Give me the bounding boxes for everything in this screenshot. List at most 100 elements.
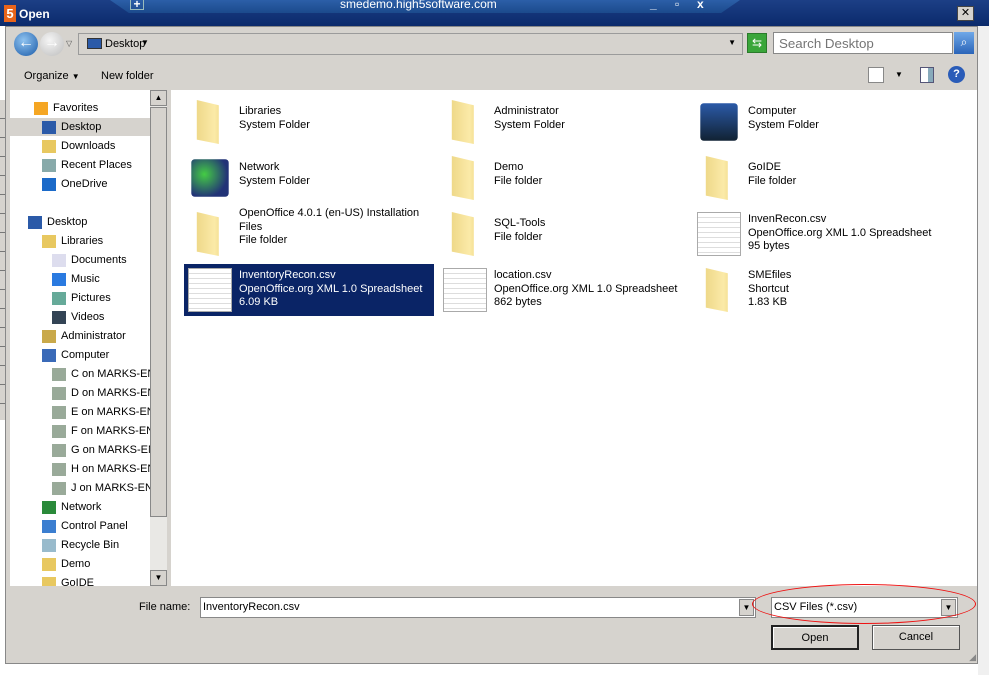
sidebar-item-label: F on MARKS-ENV [71,425,162,437]
sidebar-item-onedrive[interactable]: OneDrive [42,175,107,193]
navigation-pane: Favorites Desktop Downloads Recent Places On… [10,90,167,586]
organize-button[interactable]: Organize ▼ [24,70,80,82]
file-type: System Folder [239,174,310,187]
help-icon[interactable]: ? [948,66,965,83]
recent-places-icon [42,158,56,172]
folder-icon [42,557,56,571]
sidebar-item-recent-places[interactable]: Recent Places [42,156,132,174]
downloads-icon [42,139,56,153]
file-type: Shortcut [748,282,789,295]
sidebar-item-h-on-marks-env[interactable]: H on MARKS-ENV [52,460,163,478]
sidebar-item-libraries[interactable]: Libraries [42,232,103,250]
sidebar-item-f-on-marks-env[interactable]: F on MARKS-ENV [52,422,161,440]
file-type: System Folder [239,118,310,131]
sidebar-item-demo[interactable]: Demo [42,555,90,573]
file-item[interactable]: Administrator System Folder [439,96,689,148]
file-name: OpenOffice 4.0.1 (en-US) Installation Fi… [239,207,420,233]
sidebar-item-network[interactable]: Network [42,498,101,516]
sidebar-item-documents[interactable]: Documents [52,251,127,269]
folder-shortcut-icon [705,268,728,312]
sidebar-item-goide[interactable]: GoIDE [42,574,94,586]
scroll-down-button[interactable]: ▼ [150,570,167,586]
close-button[interactable]: ✕ [957,6,974,21]
file-item[interactable]: SQL-Tools File folder [439,208,689,260]
file-type: OpenOffice.org XML 1.0 Spreadsheet [239,282,423,295]
sidebar-item-administrator[interactable]: Administrator [42,327,126,345]
document-icon [52,253,66,267]
file-item[interactable]: Demo File folder [439,152,689,204]
address-bar[interactable]: Desktop ▼ ▼ [78,33,743,55]
preview-pane-icon[interactable] [920,67,934,83]
organize-label: Organize [24,70,69,82]
sidebar-item-music[interactable]: Music [52,270,100,288]
close-icon[interactable]: x [697,0,704,11]
control-panel-icon [42,519,56,533]
folder-icon [196,212,219,256]
sidebar-item-j-on-marks-env[interactable]: J on MARKS-ENV [52,479,160,497]
search-input[interactable] [773,32,953,54]
scroll-up-button[interactable]: ▲ [150,90,167,106]
sidebar-item-desktop[interactable]: Desktop [10,118,151,136]
file-name: Administrator [494,105,559,117]
file-item[interactable]: GoIDE File folder [693,152,943,204]
new-folder-button[interactable]: New folder [101,70,154,82]
pin-icon[interactable]: + [130,0,144,10]
file-name: Computer [748,105,797,117]
file-item[interactable]: Libraries System Folder [184,96,434,148]
network-drive-icon [52,481,66,495]
recycle-bin-icon [42,538,56,552]
sidebar-item-downloads[interactable]: Downloads [42,137,115,155]
sidebar-item-e-on-marks-env[interactable]: E on MARKS-ENV [52,403,162,421]
minimize-icon[interactable]: _ [650,0,657,11]
network-icon [191,159,229,197]
spreadsheet-icon [443,268,487,312]
remote-desktop-bar: + smedemo.high5software.com _ ▫ x [110,0,740,13]
sidebar-item-pictures[interactable]: Pictures [52,289,111,307]
sidebar-item-label: Desktop [47,216,88,228]
user-folder-icon [42,329,56,343]
resize-grip-icon[interactable]: ◢ [969,652,976,663]
open-button[interactable]: Open [771,625,859,650]
file-item[interactable]: SMEfiles Shortcut 1.83 KB [693,264,943,316]
folder-icon [42,576,56,586]
sidebar-item-label: GoIDE [61,577,95,586]
folder-icon [451,156,474,200]
restore-icon[interactable]: ▫ [675,0,679,11]
scroll-thumb[interactable] [150,107,167,517]
back-button[interactable]: ← [14,32,38,56]
file-name-input[interactable]: InventoryRecon.csv ▼ [200,597,756,618]
spreadsheet-icon [188,268,232,312]
file-item[interactable]: InventoryRecon.csv OpenOffice.org XML 1.0… [184,264,434,316]
sidebar-item-recycle-bin[interactable]: Recycle Bin [42,536,119,554]
sidebar-item-computer[interactable]: Computer [42,346,109,364]
file-item[interactable]: OpenOffice 4.0.1 (en-US) Installation Fi… [184,207,434,260]
sidebar-item-desktop[interactable]: Desktop [28,213,87,231]
background-window-edge-right [978,26,989,675]
forward-button[interactable]: → [40,32,64,56]
sidebar-item-label: Recycle Bin [61,539,120,551]
file-item[interactable]: location.csv OpenOffice.org XML 1.0 Sprea… [439,264,689,316]
navigation-scrollbar[interactable]: ▲ ▼ [150,90,167,586]
sidebar-item-videos[interactable]: Videos [52,308,104,326]
music-icon [52,272,66,286]
file-item[interactable]: Network System Folder [184,152,434,204]
sidebar-item-d-on-marks-env[interactable]: D on MARKS-ENV [52,384,163,402]
sidebar-item-g-on-marks-env[interactable]: G on MARKS-ENV [52,441,163,459]
refresh-button[interactable]: ⇆ [747,33,767,53]
spreadsheet-icon [697,212,741,256]
sidebar-item-favorites[interactable]: Favorites [34,99,98,117]
recent-locations-dropdown[interactable]: ▽ [66,39,72,48]
view-options-dropdown-icon[interactable]: ▼ [895,70,903,79]
file-name-value: InventoryRecon.csv [203,601,300,613]
file-item[interactable]: InvenRecon.csv OpenOffice.org XML 1.0 Spr… [693,208,943,260]
sidebar-item-c-on-marks-env[interactable]: C on MARKS-ENV [52,365,163,383]
sidebar-item-control-panel[interactable]: Control Panel [42,517,128,535]
file-item[interactable]: Computer System Folder [693,96,943,148]
breadcrumb-dropdown-icon[interactable]: ▼ [141,38,149,47]
search-button[interactable]: ⌕ [954,32,974,54]
cancel-button[interactable]: Cancel [872,625,960,650]
folder-icon [705,156,728,200]
change-view-icon[interactable] [868,67,884,83]
address-history-dropdown-icon[interactable]: ▼ [728,38,736,47]
libraries-icon [42,234,56,248]
